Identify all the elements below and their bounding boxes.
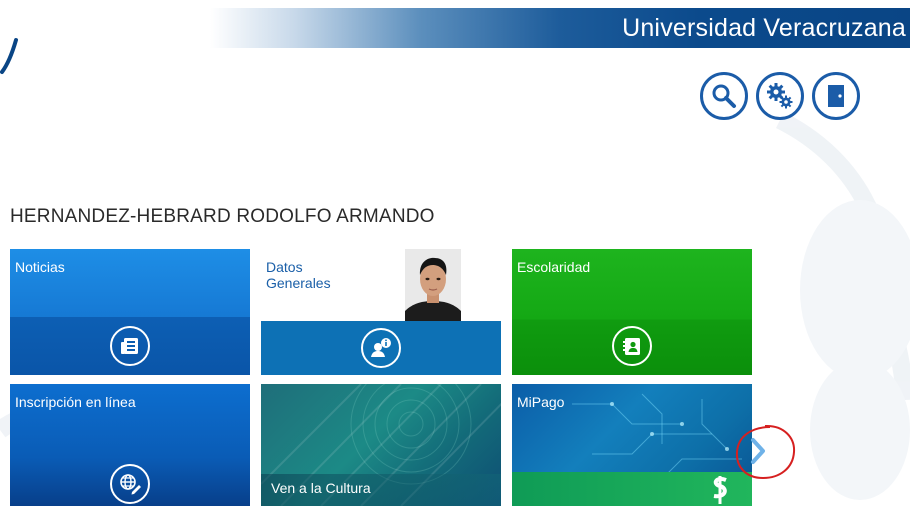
tile-label: Inscripción en línea bbox=[15, 394, 136, 410]
door-icon bbox=[828, 85, 844, 107]
search-button[interactable] bbox=[700, 72, 748, 120]
tile-inscripcion-en-linea[interactable]: Inscripción en línea bbox=[10, 384, 250, 506]
tile-label: Datos Generales bbox=[266, 259, 331, 291]
tile-noticias[interactable]: Noticias bbox=[10, 249, 250, 375]
tile-mipago[interactable]: MiPago bbox=[512, 384, 752, 506]
settings-button[interactable] bbox=[756, 72, 804, 120]
newspaper-icon bbox=[110, 326, 150, 366]
tile-label-line2: Generales bbox=[266, 275, 331, 291]
tile-datos-generales[interactable]: Datos Generales bbox=[261, 249, 501, 375]
user-info-icon bbox=[361, 328, 401, 368]
tile-label: Escolaridad bbox=[517, 259, 591, 275]
tile-label: Ven a la Cultura bbox=[271, 480, 371, 496]
tile-escolaridad[interactable]: Escolaridad bbox=[512, 249, 752, 375]
tile-label: Noticias bbox=[15, 259, 65, 275]
tile-label-line1: Datos bbox=[266, 259, 303, 275]
university-title: Universidad Veracruzana bbox=[622, 14, 906, 42]
logo-mark bbox=[0, 38, 18, 74]
student-photo bbox=[405, 249, 461, 321]
gear-icon bbox=[767, 83, 793, 109]
search-icon bbox=[712, 84, 736, 108]
tile-label: MiPago bbox=[517, 394, 565, 410]
address-book-icon bbox=[612, 326, 652, 366]
tile-footer bbox=[261, 321, 501, 375]
student-name: HERNANDEZ-HEBRARD RODOLFO ARMANDO bbox=[10, 206, 435, 227]
toolbar bbox=[700, 72, 860, 120]
globe-pen-icon bbox=[110, 464, 150, 504]
tile-footer bbox=[10, 456, 250, 506]
tile-ven-a-la-cultura[interactable]: Ven a la Cultura bbox=[261, 384, 501, 506]
tile-footer bbox=[10, 317, 250, 375]
logout-button[interactable] bbox=[812, 72, 860, 120]
tile-footer bbox=[512, 317, 752, 375]
highlight-circle bbox=[735, 424, 796, 480]
